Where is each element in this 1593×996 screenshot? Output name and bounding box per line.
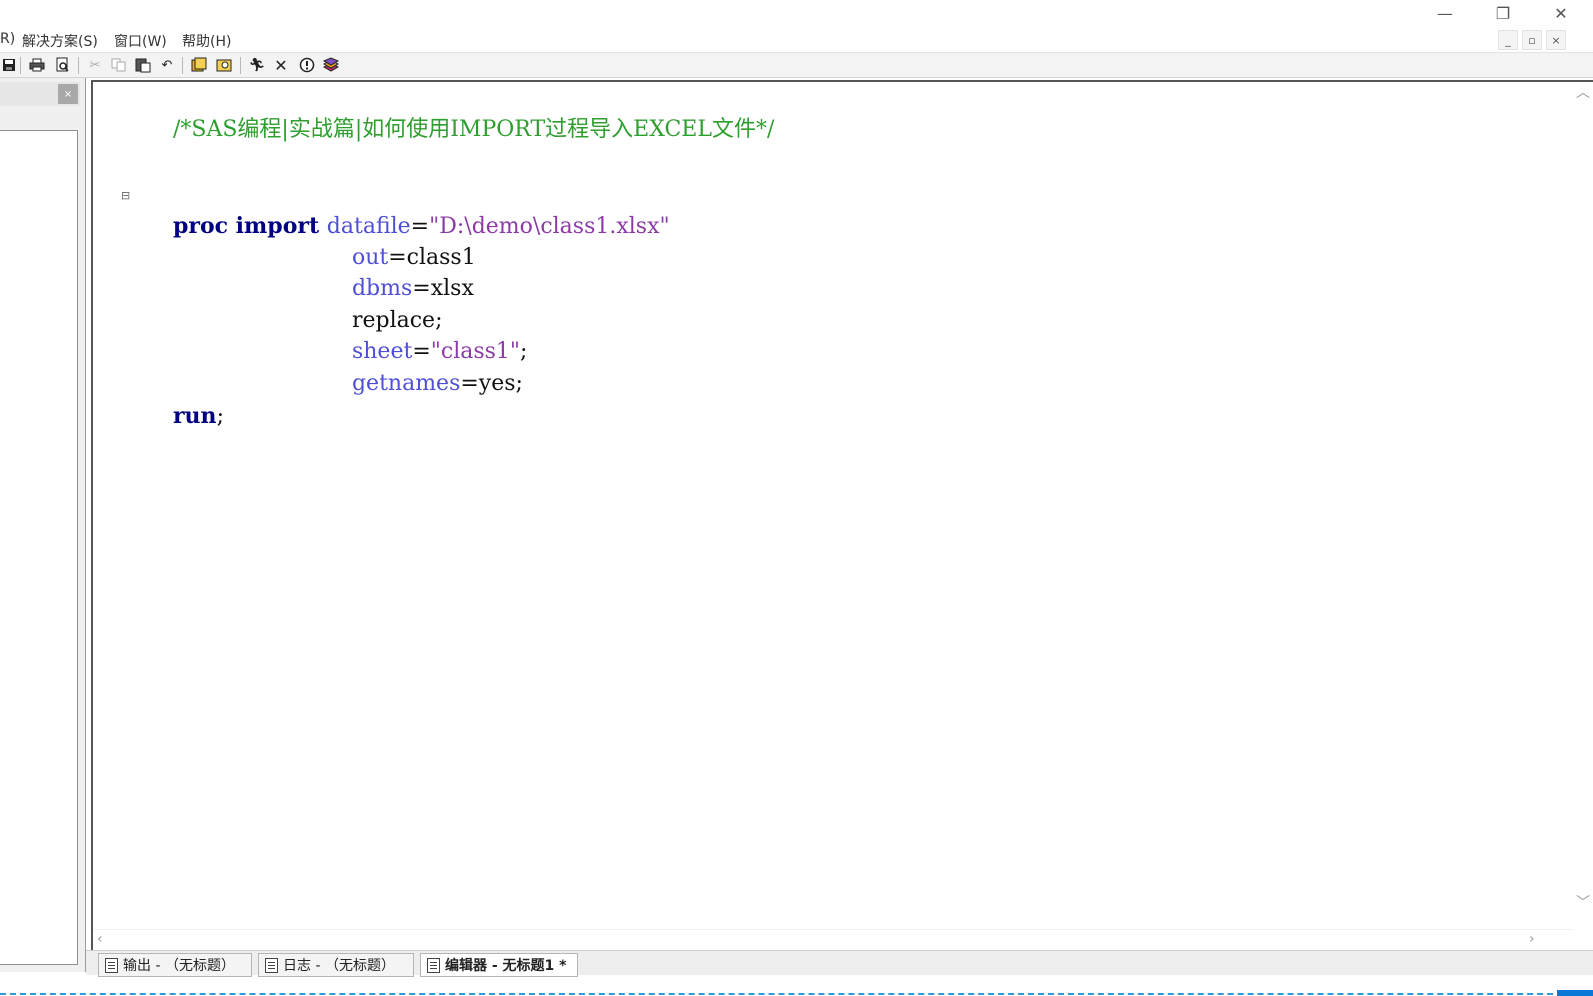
menu-item-help[interactable]: 帮助(H) [182,31,231,51]
editor-window-icon [427,957,440,973]
run-icon[interactable]: 🏃︎ [248,56,266,74]
scroll-right-icon[interactable]: › [1529,931,1535,947]
tab-output[interactable]: 输出 - （无标题） [98,953,252,977]
keyword-run: run [172,403,217,429]
libraries-icon[interactable] [190,56,208,74]
explorer-icon[interactable] [216,56,234,74]
title-bar: — ❐ ✕ [0,0,1593,28]
pane-content [0,130,78,965]
output-window-icon [105,957,118,973]
scroll-up-icon[interactable]: ︿ [1576,82,1590,102]
log-window-icon [265,957,278,973]
tab-editor[interactable]: 编辑器 - 无标题1 * [420,953,578,977]
program-editor[interactable]: ⊟ /*SAS编程|实战篇|如何使用IMPORT过程导入EXCEL文件*/ pr… [91,80,1593,950]
value-getnames: =yes; [460,371,523,396]
menu-item-window[interactable]: 窗口(W) [114,31,167,51]
menu-item-solutions[interactable]: 解决方案(S) [22,31,98,51]
scroll-down-icon[interactable]: ﹀ [1576,892,1590,912]
comment-text: /*SAS编程|实战篇|如何使用IMPORT过程导入EXCEL文件*/ [172,117,775,142]
scroll-left-icon[interactable]: ‹ [97,931,103,947]
documentation-icon[interactable] [322,56,340,74]
option-getnames: getnames [351,371,461,396]
code-line-replace: replace; [310,276,443,333]
code-line-getnames: getnames=yes; [310,339,523,396]
code-line-run: run; [131,371,224,429]
code-area[interactable]: /*SAS编程|实战篇|如何使用IMPORT过程导入EXCEL文件*/ proc… [93,82,774,429]
pane-close-button[interactable]: × [58,84,78,104]
menu-item-run[interactable]: R) [0,31,15,47]
status-indicator [1557,990,1593,996]
close-window-button[interactable]: ✕ [1532,0,1590,26]
keyword-proc-import: proc import [172,213,327,239]
tab-label: 日志 - （无标题） [283,958,395,974]
mdi-minimize-button[interactable]: _ [1498,30,1518,50]
copy-icon[interactable] [110,56,128,74]
tab-label: 编辑器 - 无标题1 * [445,958,567,974]
code-line-proc: proc import datafile="D:\demo\class1.xls… [131,181,670,239]
print-icon[interactable] [28,56,46,74]
minimize-window-button[interactable]: — [1416,0,1474,26]
break-icon[interactable]: ✕ [272,56,290,75]
window-tabs-bar: 输出 - （无标题） 日志 - （无标题） 编辑器 - 无标题1 * [86,950,1593,977]
code-line-out: out=class1 [310,213,476,270]
save-icon[interactable] [0,56,18,74]
toolbar: ✂ ↶ 🏃︎ ✕ [0,52,1593,78]
print-preview-icon[interactable] [54,56,72,74]
horizontal-scrollbar[interactable]: ‹ › [93,929,1573,950]
restore-window-button[interactable]: ❐ [1474,0,1532,26]
menu-bar: R) 解决方案(S) 窗口(W) 帮助(H) [0,28,1593,52]
mdi-close-button[interactable]: × [1546,30,1566,50]
code-line-dbms: dbms=xlsx [310,244,474,301]
fold-marker-icon[interactable]: ⊟ [121,189,130,202]
cut-icon[interactable]: ✂ [86,56,104,74]
vertical-scrollbar[interactable]: ︿ ﹀ [1571,82,1593,920]
paste-icon[interactable] [134,56,152,74]
code-line-sheet: sheet="class1"; [310,307,528,364]
help-icon[interactable] [298,56,316,74]
undo-icon[interactable]: ↶ [158,56,176,74]
tab-label: 输出 - （无标题） [123,958,235,974]
code-line-1: /*SAS编程|实战篇|如何使用IMPORT过程导入EXCEL文件*/ [131,85,774,142]
mdi-restore-button[interactable]: ▫ [1522,30,1542,50]
semicolon: ; [216,404,224,429]
tab-log[interactable]: 日志 - （无标题） [258,953,414,977]
status-line [0,993,1593,995]
